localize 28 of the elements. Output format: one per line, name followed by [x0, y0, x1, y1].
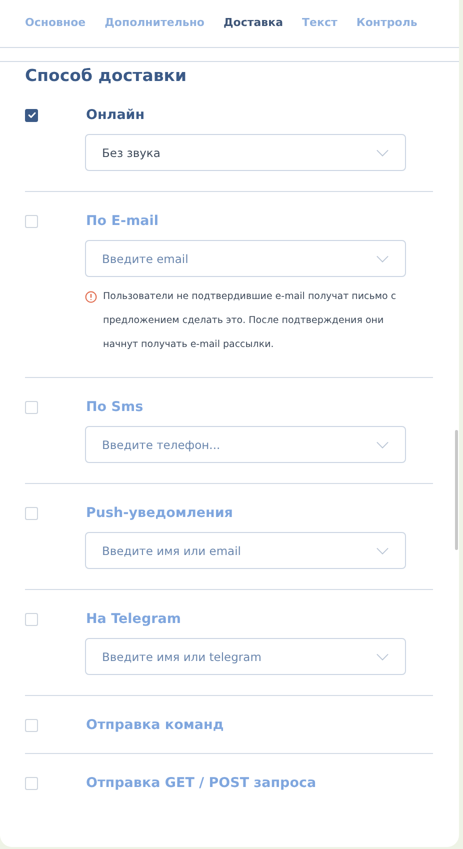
select-field[interactable]: Введите имя или telegram: [85, 638, 406, 675]
method-label: Отправка команд: [86, 717, 224, 733]
method-label: По Sms: [86, 399, 144, 415]
method-label: По E-mail: [86, 213, 159, 229]
select-field[interactable]: Без звука: [85, 134, 406, 171]
scrollbar[interactable]: [455, 430, 458, 550]
tab[interactable]: Доставка: [224, 16, 284, 47]
select-field[interactable]: Введите телефон...: [85, 426, 406, 463]
chevron-down-icon: [376, 440, 389, 448]
method-label: Push-уведомления: [86, 505, 233, 521]
note-text: Пользователи не подтвердившие e-mail получат письмо с предложением сделать это. После подтверждения они начнут получать e-mail рассылки.: [103, 290, 398, 352]
tab[interactable]: Основное: [25, 16, 86, 47]
check-icon: [26, 110, 36, 120]
select-field[interactable]: Введите email: [85, 240, 406, 277]
select-field[interactable]: Введите имя или email: [85, 532, 406, 569]
chevron-down-icon: [376, 148, 389, 156]
method-label: Отправка GET / POST запроса: [86, 775, 316, 791]
checkbox[interactable]: [25, 108, 38, 122]
method-label: Онлайн: [86, 107, 145, 123]
tab[interactable]: Текст: [302, 16, 338, 47]
chevron-down-icon: [376, 652, 389, 660]
tab[interactable]: Дополнительно: [104, 16, 204, 47]
method-label: На Telegram: [86, 611, 181, 627]
warning-icon: [85, 291, 97, 303]
chevron-down-icon: [376, 254, 389, 262]
section-title: Способ доставки: [25, 66, 188, 85]
tab[interactable]: Контроль: [356, 16, 418, 47]
chevron-down-icon: [376, 546, 389, 554]
